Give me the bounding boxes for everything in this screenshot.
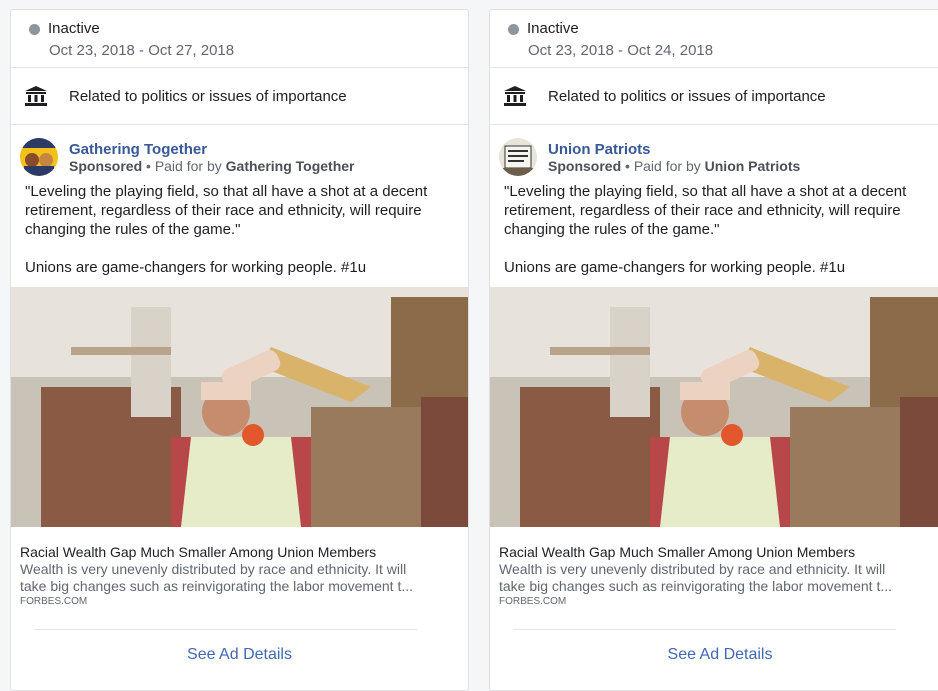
separator: •: [621, 158, 634, 174]
ad-status-section: Inactive Oct 23, 2018 - Oct 24, 2018: [490, 10, 938, 68]
divider: [34, 629, 417, 630]
status-dot-icon: [29, 23, 40, 35]
government-building-icon: [503, 84, 527, 108]
paid-for-label: Paid for by: [154, 158, 226, 174]
category-label: Related to politics or issues of importa…: [548, 87, 826, 105]
government-building-icon: [24, 84, 48, 108]
sponsor-line: Sponsored • Paid for by Gathering Togeth…: [69, 158, 355, 174]
page-name-link[interactable]: Gathering Together: [69, 141, 355, 158]
ad-card: Inactive Oct 23, 2018 - Oct 24, 2018 Rel…: [489, 9, 938, 691]
ad-tagline: Unions are game-changers for working peo…: [504, 259, 846, 276]
ad-quote: "Leveling the playing field, so that all…: [504, 183, 907, 238]
link-domain: FORBES.COM: [20, 596, 88, 607]
ad-body-text: "Leveling the playing field, so that all…: [490, 176, 938, 277]
ad-tagline: Unions are game-changers for working peo…: [25, 259, 367, 276]
status-label: Inactive: [48, 20, 100, 37]
paid-for-label: Paid for by: [633, 158, 705, 174]
link-title: Racial Wealth Gap Much Smaller Among Uni…: [499, 544, 856, 560]
ad-header: Gathering Together Sponsored • Paid for …: [11, 125, 468, 176]
divider: [513, 629, 896, 630]
see-ad-details-link[interactable]: See Ad Details: [490, 646, 938, 664]
ad-status-section: Inactive Oct 23, 2018 - Oct 27, 2018: [11, 10, 468, 68]
ad-card: Inactive Oct 23, 2018 - Oct 27, 2018 Rel…: [10, 9, 469, 691]
ad-header: Union Patriots Sponsored • Paid for by U…: [490, 125, 938, 176]
ad-image[interactable]: [490, 287, 938, 527]
date-range: Oct 23, 2018 - Oct 24, 2018: [528, 42, 714, 59]
link-description: take big changes such as reinvigorating …: [20, 578, 413, 594]
ad-body-text: "Leveling the playing field, so that all…: [11, 176, 468, 277]
link-preview[interactable]: Racial Wealth Gap Much Smaller Among Uni…: [20, 544, 460, 607]
ad-category: Related to politics or issues of importa…: [490, 68, 938, 125]
page-avatar[interactable]: [20, 138, 58, 176]
sponsor-line: Sponsored • Paid for by Union Patriots: [548, 158, 800, 174]
ad-category: Related to politics or issues of importa…: [11, 68, 468, 125]
page-avatar[interactable]: [499, 138, 537, 176]
sponsored-label: Sponsored: [548, 158, 622, 174]
status-dot-icon: [508, 23, 519, 35]
ad-image[interactable]: [11, 287, 468, 527]
sponsor-name: Union Patriots: [704, 158, 801, 174]
link-title: Racial Wealth Gap Much Smaller Among Uni…: [20, 544, 377, 560]
link-description: Wealth is very unevenly distributed by r…: [20, 561, 407, 577]
category-label: Related to politics or issues of importa…: [69, 87, 347, 105]
link-preview[interactable]: Racial Wealth Gap Much Smaller Among Uni…: [499, 544, 938, 607]
separator: •: [142, 158, 155, 174]
link-description: Wealth is very unevenly distributed by r…: [499, 561, 886, 577]
sponsor-name: Gathering Together: [225, 158, 355, 174]
sponsored-label: Sponsored: [69, 158, 143, 174]
ad-quote: "Leveling the playing field, so that all…: [25, 183, 428, 238]
link-domain: FORBES.COM: [499, 596, 567, 607]
link-description: take big changes such as reinvigorating …: [499, 578, 892, 594]
see-ad-details-link[interactable]: See Ad Details: [11, 646, 468, 664]
status-label: Inactive: [527, 20, 579, 37]
date-range: Oct 23, 2018 - Oct 27, 2018: [49, 42, 235, 59]
page-name-link[interactable]: Union Patriots: [548, 141, 800, 158]
